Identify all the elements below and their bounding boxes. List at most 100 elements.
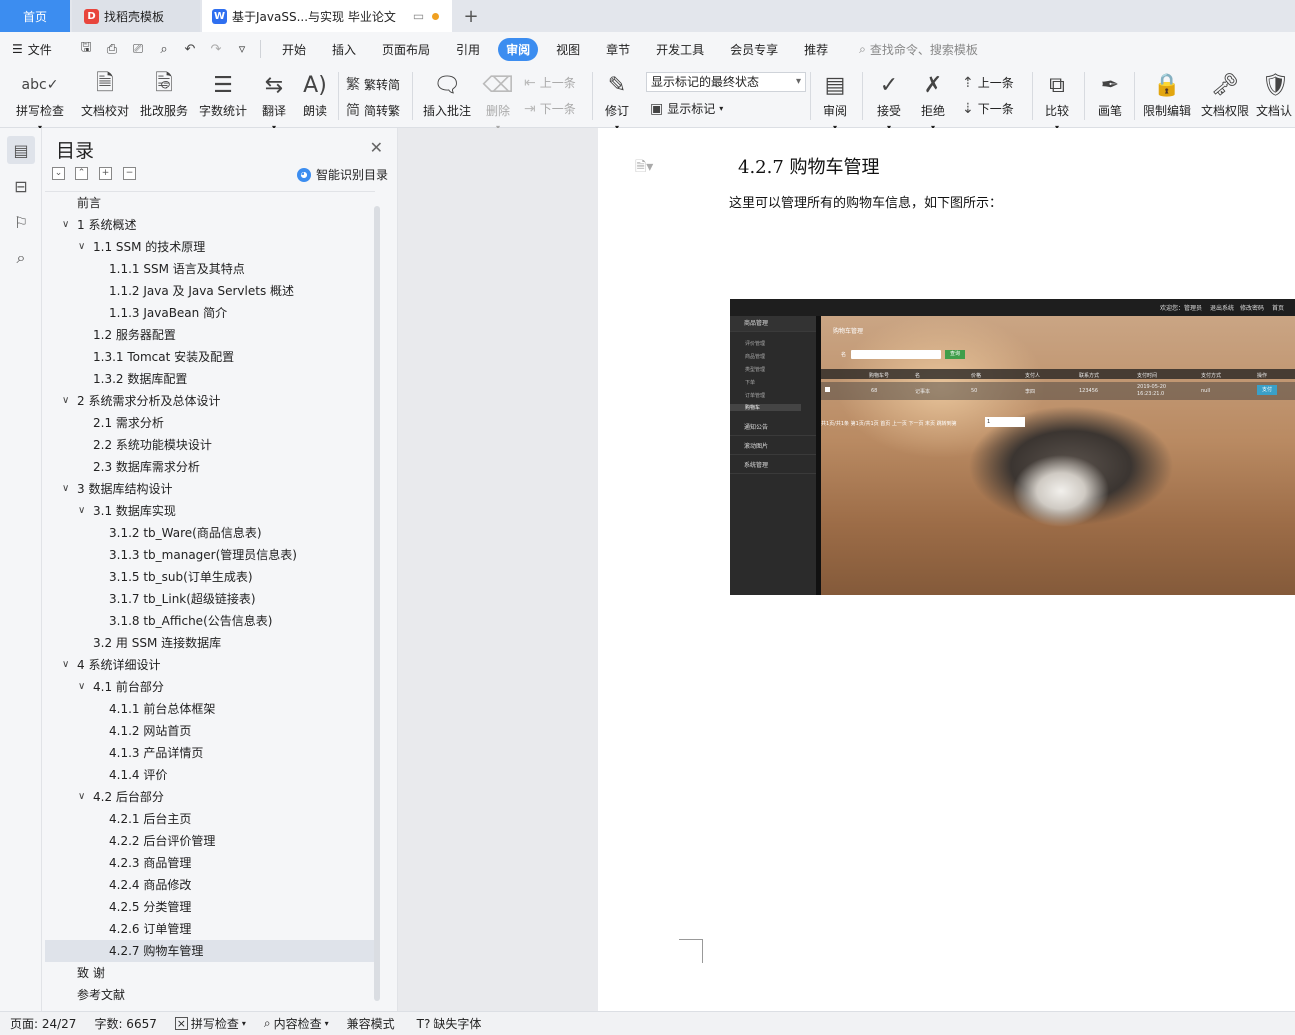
toc-item[interactable]: 2.3 数据库需求分析: [45, 456, 375, 478]
menu-chapter[interactable]: 章节: [598, 38, 638, 61]
menu-references[interactable]: 引用: [448, 38, 488, 61]
to-traditional-button[interactable]: 繁 繁转简: [346, 74, 400, 94]
translate-button[interactable]: ⇆ 翻译▾: [255, 70, 293, 133]
page-indicator[interactable]: 页面: 24/27: [10, 1015, 76, 1032]
review-pane-button[interactable]: ▤ 审阅▾: [816, 70, 854, 133]
chevron-down-icon[interactable]: ∨: [62, 654, 69, 676]
doc-cert-button[interactable]: 🛡 文档认: [1256, 70, 1295, 119]
menu-dev-tools[interactable]: 开发工具: [648, 38, 712, 61]
spell-check-button[interactable]: abc✓ 拼写检查▾: [10, 70, 70, 133]
toc-item[interactable]: 1.1.1 SSM 语言及其特点: [45, 258, 375, 280]
read-aloud-button[interactable]: A) 朗读: [297, 70, 333, 119]
spell-check-status[interactable]: × 拼写检查 ▾: [174, 1015, 246, 1032]
markup-state-select[interactable]: 显示标记的最终状态: [646, 72, 806, 92]
menu-review[interactable]: 审阅: [498, 37, 539, 61]
toc-item[interactable]: 3.1.7 tb_Link(超级链接表): [45, 588, 375, 610]
document-page[interactable]: 🗎▾ 4.2.7 购物车管理 这里可以管理所有的购物车信息，如下图所示： 欢迎您…: [598, 128, 1295, 1011]
chevron-down-icon[interactable]: ∨: [78, 236, 85, 258]
word-count-indicator[interactable]: 字数: 6657: [94, 1015, 156, 1032]
toc-item[interactable]: ∨ 4 系统详细设计: [45, 654, 375, 676]
chevron-down-icon[interactable]: ∨: [62, 390, 69, 412]
toc-scrollbar[interactable]: [374, 206, 380, 1001]
toc-pane-button[interactable]: ▤: [7, 136, 35, 164]
to-simplified-button[interactable]: 简 简转繁: [346, 100, 400, 120]
word-count-button[interactable]: ☰ 字数统计: [196, 70, 250, 119]
smart-toc-button[interactable]: ◕ 智能识别目录: [296, 166, 388, 183]
menu-recommend[interactable]: 推荐: [796, 38, 836, 61]
doc-proof-button[interactable]: 🗎 文档校对: [78, 70, 132, 119]
embedded-screenshot[interactable]: 欢迎您：管理员 退出系统 修改密码 首页 商品管理 评价管理 商品管理 类型管理…: [730, 299, 1295, 595]
toc-item[interactable]: ∨ 3 数据库结构设计: [45, 478, 375, 500]
toc-item[interactable]: 4.2.2 后台评价管理: [45, 830, 375, 852]
toc-item[interactable]: 2.1 需求分析: [45, 412, 375, 434]
restrict-edit-button[interactable]: 🔒 限制编辑: [1140, 70, 1194, 119]
reject-button[interactable]: ✗ 拒绝▾: [914, 70, 952, 133]
toc-item[interactable]: ∨ 2 系统需求分析及总体设计: [45, 390, 375, 412]
toc-item[interactable]: 3.1.3 tb_manager(管理员信息表): [45, 544, 375, 566]
redo-icon[interactable]: ↷: [206, 42, 226, 57]
toc-item[interactable]: 4.2.6 订单管理: [45, 918, 375, 940]
print-icon[interactable]: ⎚: [128, 42, 148, 57]
chevron-down-icon[interactable]: ∨: [62, 214, 69, 236]
toc-item[interactable]: 4.2.3 商品管理: [45, 852, 375, 874]
missing-fonts-status[interactable]: T? 缺失字体: [417, 1015, 482, 1032]
add-level-icon[interactable]: +: [99, 167, 112, 180]
toc-item[interactable]: 3.1.2 tb_Ware(商品信息表): [45, 522, 375, 544]
menu-page-layout[interactable]: 页面布局: [374, 38, 438, 61]
next-comment-button[interactable]: ⇥ 下一条: [524, 100, 576, 117]
page-options-icon[interactable]: 🗎▾: [635, 156, 653, 180]
tab-template[interactable]: D 找稻壳模板: [72, 0, 200, 32]
command-search[interactable]: ⌕ 查找命令、搜索模板: [859, 41, 978, 58]
content-check-status[interactable]: ⌕ 内容检查 ▾: [264, 1015, 329, 1032]
save-icon[interactable]: 🖫: [76, 38, 96, 60]
toc-item[interactable]: 致 谢: [45, 962, 375, 984]
toc-item[interactable]: 3.1.5 tb_sub(订单生成表): [45, 566, 375, 588]
toc-item[interactable]: 4.1.1 前台总体框架: [45, 698, 375, 720]
print-preview-icon[interactable]: ⌕: [154, 42, 174, 57]
toc-item[interactable]: 4.2.1 后台主页: [45, 808, 375, 830]
remove-level-icon[interactable]: −: [123, 167, 136, 180]
tab-document[interactable]: W 基于JavaSS...与实现 毕业论文 ▭: [202, 0, 452, 32]
chevron-down-icon[interactable]: ∨: [78, 500, 85, 522]
customize-dropdown-icon[interactable]: ▿: [232, 42, 252, 57]
file-menu[interactable]: ☰ 文件: [0, 41, 70, 58]
tab-home[interactable]: 首页: [0, 0, 70, 32]
revise-service-button[interactable]: 🗟 批改服务: [137, 70, 191, 119]
toc-item[interactable]: 前言: [45, 192, 375, 214]
prev-comment-button[interactable]: ⇤ 上一条: [524, 74, 576, 91]
ink-button[interactable]: ✒ 画笔: [1092, 70, 1128, 119]
toc-item[interactable]: ∨ 4.1 前台部分: [45, 676, 375, 698]
close-icon[interactable]: ✕: [370, 138, 383, 157]
menu-view[interactable]: 视图: [548, 38, 588, 61]
menu-insert[interactable]: 插入: [324, 38, 364, 61]
toc-item[interactable]: 4.1.4 评价: [45, 764, 375, 786]
toc-item[interactable]: 1.3.1 Tomcat 安装及配置: [45, 346, 375, 368]
chevron-down-icon[interactable]: ∨: [78, 676, 85, 698]
toc-item[interactable]: 4.2.7 购物车管理: [45, 940, 375, 962]
toc-item[interactable]: 4.1.2 网站首页: [45, 720, 375, 742]
compare-button[interactable]: ⧉ 比较▾: [1038, 70, 1076, 133]
expand-up-icon[interactable]: ⌃: [75, 167, 88, 180]
accept-button[interactable]: ✓ 接受▾: [870, 70, 908, 133]
new-tab-button[interactable]: +: [460, 5, 482, 27]
chevron-down-icon[interactable]: ∨: [78, 786, 85, 808]
toc-item[interactable]: 1.1.3 JavaBean 简介: [45, 302, 375, 324]
track-changes-button[interactable]: ✎ 修订▾: [598, 70, 636, 133]
menu-home[interactable]: 开始: [274, 38, 314, 61]
toc-item[interactable]: 1.3.2 数据库配置: [45, 368, 375, 390]
bookmark-pane-button[interactable]: ⚐: [7, 208, 35, 236]
toc-item[interactable]: 4.1.3 产品详情页: [45, 742, 375, 764]
show-markup-button[interactable]: ▣ 显示标记 ▾: [650, 100, 723, 117]
toc-item[interactable]: 1.2 服务器配置: [45, 324, 375, 346]
toc-item[interactable]: ∨ 3.1 数据库实现: [45, 500, 375, 522]
toc-item[interactable]: 1.1.2 Java 及 Java Servlets 概述: [45, 280, 375, 302]
export-icon[interactable]: ⎙: [102, 42, 122, 57]
collapse-all-icon[interactable]: ⌄: [52, 167, 65, 180]
delete-comment-button[interactable]: ⌫ 删除▾: [478, 70, 518, 133]
prev-change-button[interactable]: ⇡ 上一条: [962, 74, 1014, 91]
toc-item[interactable]: ∨ 1 系统概述: [45, 214, 375, 236]
toc-item[interactable]: ∨ 1.1 SSM 的技术原理: [45, 236, 375, 258]
toc-item[interactable]: 3.2 用 SSM 连接数据库: [45, 632, 375, 654]
chapter-pane-button[interactable]: ⊟: [7, 172, 35, 200]
toc-item[interactable]: 4.2.5 分类管理: [45, 896, 375, 918]
